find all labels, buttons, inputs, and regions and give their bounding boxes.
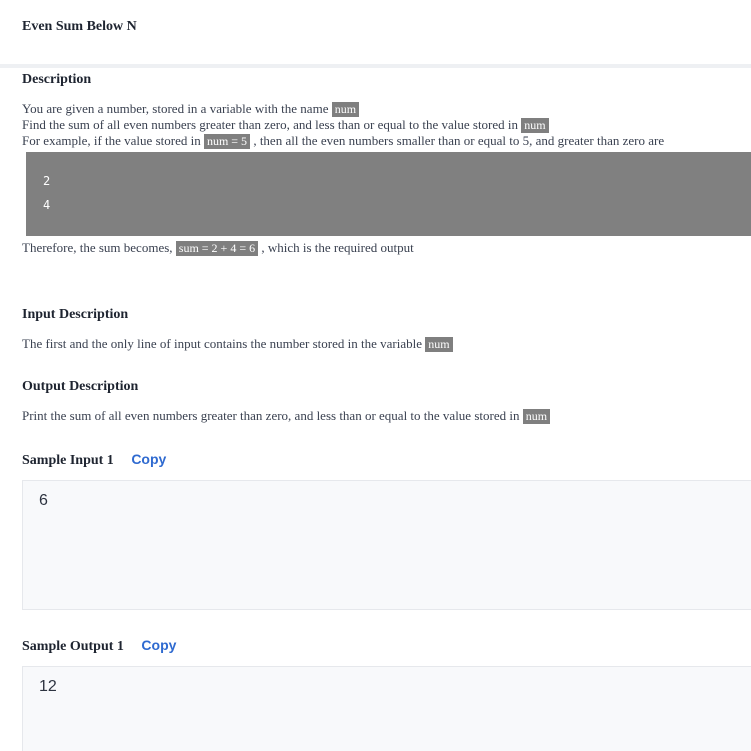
example-code-block: 2 4 [26, 152, 751, 236]
sample-input-label: Sample Input 1 [22, 453, 114, 468]
sample-output-label: Sample Output 1 [22, 639, 124, 654]
description-line-2: Find the sum of all even numbers greater… [22, 117, 549, 133]
sample-output-box[interactable]: 12 [22, 666, 751, 751]
description-line-3: For example, if the value stored in num … [22, 133, 664, 149]
inline-code-num: num [521, 118, 549, 133]
description-line-2-text: Find the sum of all even numbers greater… [22, 117, 519, 132]
sample-input-value: 6 [39, 492, 48, 509]
description-heading: Description [22, 72, 92, 87]
input-description-heading: Input Description [22, 307, 129, 322]
problem-page: Even Sum Below N Description You are giv… [0, 0, 751, 751]
description-line-4: Therefore, the sum becomes, sum = 2 + 4 … [22, 240, 414, 256]
title-bar: Even Sum Below N [0, 0, 751, 68]
inline-code-num: num [331, 102, 360, 117]
example-line: 4 [43, 198, 51, 212]
problem-title: Even Sum Below N [22, 19, 137, 34]
sample-input-heading: Sample Input 1 Copy [22, 451, 166, 469]
description-line-3-text: For example, if the value stored in [22, 133, 201, 148]
inline-code-num-equals-5: num = 5 [203, 134, 251, 149]
copy-sample-output-button[interactable]: Copy [141, 637, 176, 653]
sample-input-box[interactable]: 6 [22, 480, 751, 610]
sample-output-heading: Sample Output 1 Copy [22, 637, 176, 655]
output-description-heading: Output Description [22, 379, 139, 394]
input-description-text: The first and the only line of input con… [22, 336, 453, 352]
inline-code-num: num [425, 337, 453, 352]
inline-code-sum: sum = 2 + 4 = 6 [175, 241, 259, 256]
description-line-4-tail: , which is the required output [261, 240, 414, 255]
example-line: 2 [43, 174, 51, 188]
copy-sample-input-button[interactable]: Copy [131, 451, 166, 467]
description-line-4-text: Therefore, the sum becomes, [22, 240, 173, 255]
inline-code-num: num [522, 409, 551, 424]
description-line-1-text: You are given a number, stored in a vari… [22, 101, 329, 116]
output-description-sentence: Print the sum of all even numbers greate… [22, 408, 520, 423]
description-line-1: You are given a number, stored in a vari… [22, 101, 360, 117]
description-line-3-tail: , then all the even numbers smaller than… [253, 133, 665, 148]
sample-output-value: 12 [39, 678, 57, 695]
input-description-sentence: The first and the only line of input con… [22, 336, 423, 351]
output-description-text: Print the sum of all even numbers greate… [22, 408, 551, 424]
